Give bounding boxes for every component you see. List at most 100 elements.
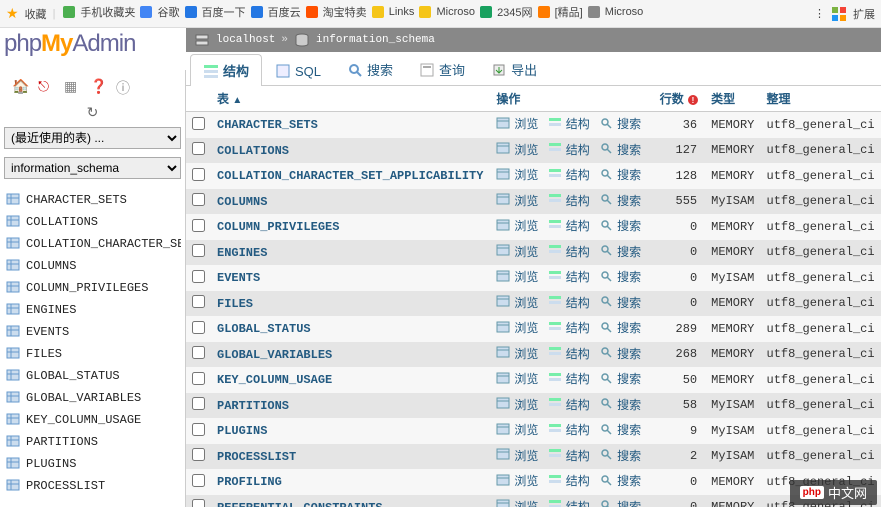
action-browse[interactable]: 浏览 — [496, 243, 538, 260]
table-name-link[interactable]: COLLATIONS — [217, 144, 289, 158]
table-name-link[interactable]: COLUMNS — [217, 195, 267, 209]
col-name[interactable]: 表 ▲ — [211, 86, 490, 112]
tree-table-item[interactable]: GLOBAL_VARIABLES — [4, 387, 181, 409]
row-checkbox[interactable] — [192, 295, 205, 308]
bookmark-item[interactable]: 百度云 — [249, 4, 301, 20]
refresh-icon[interactable]: ↻ — [4, 102, 181, 123]
col-rows[interactable]: 行数 ! — [654, 86, 706, 112]
table-name-link[interactable]: GLOBAL_VARIABLES — [217, 348, 332, 362]
row-checkbox[interactable] — [192, 142, 205, 155]
table-name-link[interactable]: PLUGINS — [217, 424, 267, 438]
bookmark-item[interactable]: 淘宝特卖 — [304, 4, 367, 20]
tab-structure[interactable]: 结构 — [190, 54, 262, 86]
action-browse[interactable]: 浏览 — [496, 268, 538, 285]
docs-icon[interactable]: ❓ — [90, 78, 106, 94]
action-browse[interactable]: 浏览 — [496, 498, 538, 507]
action-structure[interactable]: 结构 — [548, 396, 590, 413]
logout-icon[interactable]: ⎋ — [38, 78, 54, 94]
row-checkbox[interactable] — [192, 448, 205, 461]
action-structure[interactable]: 结构 — [548, 345, 590, 362]
table-name-link[interactable]: ENGINES — [217, 246, 267, 260]
table-name-link[interactable]: KEY_COLUMN_USAGE — [217, 373, 332, 387]
bookmark-item[interactable]: Microso — [586, 4, 644, 20]
tab-search[interactable]: 搜索 — [334, 53, 406, 85]
table-name-link[interactable]: CHARACTER_SETS — [217, 118, 318, 132]
action-search[interactable]: 搜索 — [599, 294, 641, 311]
action-browse[interactable]: 浏览 — [496, 192, 538, 209]
row-checkbox[interactable] — [192, 117, 205, 130]
bookmark-item[interactable]: 谷歌 — [138, 4, 179, 20]
col-collation[interactable]: 整理 — [761, 86, 881, 112]
table-name-link[interactable]: PARTITIONS — [217, 399, 289, 413]
tree-table-item[interactable]: CHARACTER_SETS — [4, 189, 181, 211]
action-structure[interactable]: 结构 — [548, 166, 590, 183]
row-checkbox[interactable] — [192, 193, 205, 206]
row-checkbox[interactable] — [192, 244, 205, 257]
row-checkbox[interactable] — [192, 372, 205, 385]
bookmark-item[interactable]: Links — [370, 4, 415, 20]
table-name-link[interactable]: FILES — [217, 297, 253, 311]
action-structure[interactable]: 结构 — [548, 319, 590, 336]
col-type[interactable]: 类型 — [705, 86, 760, 112]
bookmark-item[interactable]: [精品] — [536, 4, 583, 20]
help-icon[interactable]: ⓘ — [116, 78, 132, 94]
action-browse[interactable]: 浏览 — [496, 217, 538, 234]
table-name-link[interactable]: GLOBAL_STATUS — [217, 322, 311, 336]
action-browse[interactable]: 浏览 — [496, 447, 538, 464]
tree-table-item[interactable]: EVENTS — [4, 321, 181, 343]
tree-table-item[interactable]: KEY_COLUMN_USAGE — [4, 409, 181, 431]
action-search[interactable]: 搜索 — [599, 166, 641, 183]
action-structure[interactable]: 结构 — [548, 141, 590, 158]
action-search[interactable]: 搜索 — [599, 243, 641, 260]
action-search[interactable]: 搜索 — [599, 447, 641, 464]
action-browse[interactable]: 浏览 — [496, 345, 538, 362]
action-search[interactable]: 搜索 — [599, 217, 641, 234]
extensions-label[interactable]: 扩展 — [853, 6, 875, 22]
action-structure[interactable]: 结构 — [548, 294, 590, 311]
action-browse[interactable]: 浏览 — [496, 319, 538, 336]
row-checkbox[interactable] — [192, 397, 205, 410]
tree-table-item[interactable]: COLLATION_CHARACTER_SET_APPLICABILITY — [4, 233, 181, 255]
action-search[interactable]: 搜索 — [599, 498, 641, 507]
tree-table-item[interactable]: PARTITIONS — [4, 431, 181, 453]
row-checkbox[interactable] — [192, 474, 205, 487]
action-browse[interactable]: 浏览 — [496, 370, 538, 387]
sql-icon[interactable]: ▦ — [64, 78, 80, 94]
row-checkbox[interactable] — [192, 168, 205, 181]
action-search[interactable]: 搜索 — [599, 115, 641, 132]
action-search[interactable]: 搜索 — [599, 319, 641, 336]
tree-table-item[interactable]: COLUMNS — [4, 255, 181, 277]
action-search[interactable]: 搜索 — [599, 421, 641, 438]
tab-query[interactable]: 查询 — [406, 53, 478, 85]
tree-table-item[interactable]: GLOBAL_STATUS — [4, 365, 181, 387]
tree-table-item[interactable]: PLUGINS — [4, 453, 181, 475]
table-name-link[interactable]: EVENTS — [217, 271, 260, 285]
action-structure[interactable]: 结构 — [548, 115, 590, 132]
action-structure[interactable]: 结构 — [548, 447, 590, 464]
action-search[interactable]: 搜索 — [599, 370, 641, 387]
favorites-label[interactable]: 收藏 — [25, 6, 47, 22]
action-browse[interactable]: 浏览 — [496, 115, 538, 132]
table-name-link[interactable]: COLLATION_CHARACTER_SET_APPLICABILITY — [217, 169, 483, 183]
tree-table-item[interactable]: COLUMN_PRIVILEGES — [4, 277, 181, 299]
action-browse[interactable]: 浏览 — [496, 421, 538, 438]
favorites-star-icon[interactable]: ★ — [6, 5, 19, 22]
action-browse[interactable]: 浏览 — [496, 396, 538, 413]
menu-icon[interactable]: ⋮ — [814, 7, 825, 20]
table-name-link[interactable]: REFERENTIAL_CONSTRAINTS — [217, 501, 383, 507]
database-select[interactable]: information_schema — [4, 157, 181, 179]
action-search[interactable]: 搜索 — [599, 396, 641, 413]
tree-table-item[interactable]: PROCESSLIST — [4, 475, 181, 497]
tab-sql[interactable]: SQL — [262, 56, 334, 85]
action-browse[interactable]: 浏览 — [496, 472, 538, 489]
tree-table-item[interactable]: ENGINES — [4, 299, 181, 321]
row-checkbox[interactable] — [192, 321, 205, 334]
action-structure[interactable]: 结构 — [548, 472, 590, 489]
tree-table-item[interactable]: FILES — [4, 343, 181, 365]
row-checkbox[interactable] — [192, 346, 205, 359]
action-browse[interactable]: 浏览 — [496, 294, 538, 311]
bookmark-item[interactable]: 2345网 — [478, 4, 532, 20]
tree-table-item[interactable]: COLLATIONS — [4, 211, 181, 233]
action-search[interactable]: 搜索 — [599, 268, 641, 285]
action-structure[interactable]: 结构 — [548, 268, 590, 285]
